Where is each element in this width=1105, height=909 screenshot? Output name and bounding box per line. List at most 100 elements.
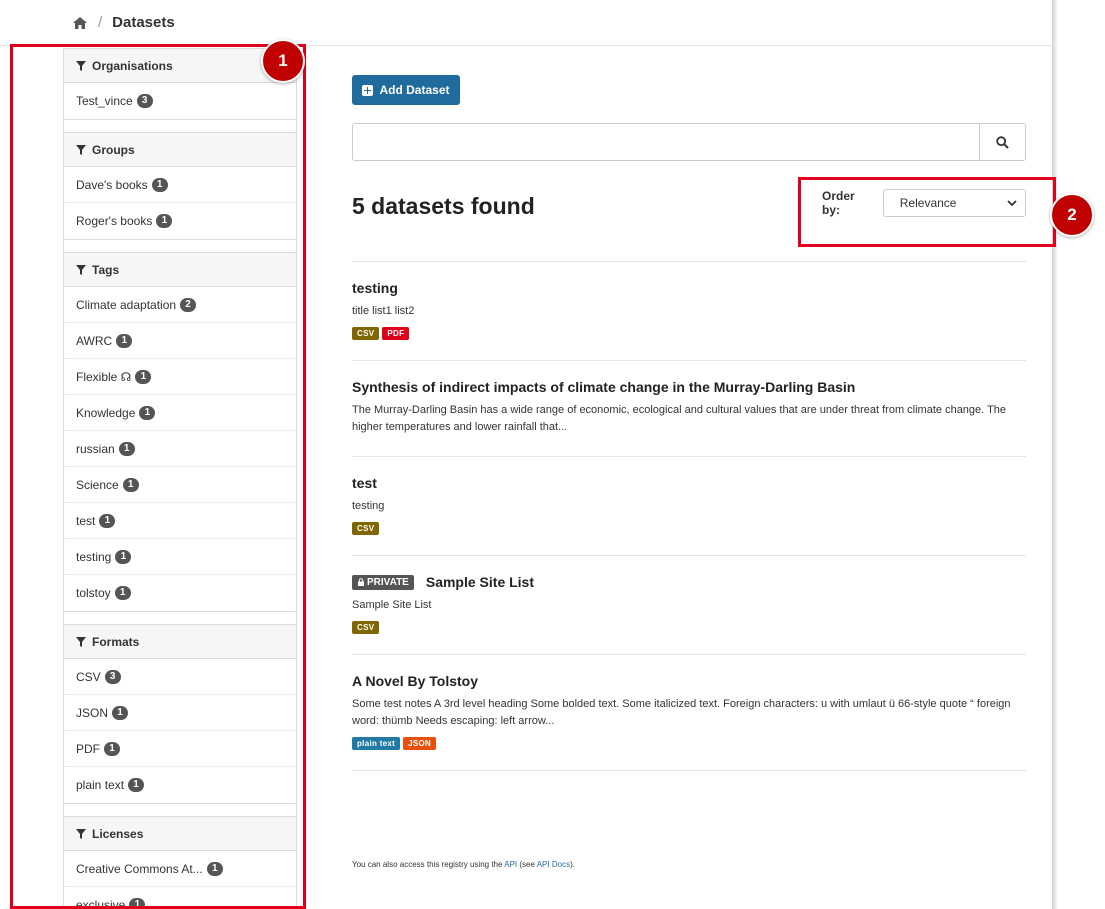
count-badge: 1 — [135, 369, 152, 384]
facet-item-label: PDF — [76, 741, 100, 756]
facet-item[interactable]: testing 1 — [64, 539, 296, 575]
facet-item[interactable]: AWRC 1 — [64, 323, 296, 359]
facet-item[interactable]: Test_vince 3 — [64, 83, 296, 119]
facet-item[interactable]: tolstoy 1 — [64, 575, 296, 611]
facet-title: Groups — [92, 142, 135, 157]
dataset-notes: Sample Site List — [352, 599, 432, 611]
facet-heading: Formats — [64, 624, 296, 659]
count-badge: 1 — [122, 477, 139, 492]
format-label[interactable]: CSV — [352, 327, 380, 340]
dataset-title-row: test — [352, 475, 1026, 491]
api-docs-link[interactable]: API Docs — [537, 860, 570, 869]
dataset-item: test testing CSV — [352, 457, 1026, 556]
add-dataset-button[interactable]: Add Dataset — [352, 75, 460, 105]
count-badge: 1 — [114, 586, 131, 600]
format-label[interactable]: CSV — [352, 621, 380, 634]
count-badge: 1 — [139, 405, 156, 420]
format-label[interactable]: PDF — [382, 327, 410, 340]
dataset-title-link[interactable]: test — [352, 475, 377, 491]
facet-item[interactable]: JSON 1 — [64, 695, 296, 731]
facet-item[interactable]: exclusive 1 — [64, 887, 296, 909]
footer-text-post: ). — [570, 860, 575, 869]
count-badge: 1 — [129, 898, 146, 909]
dataset-title-link[interactable]: testing — [352, 280, 398, 296]
private-badge: PRIVATE — [352, 574, 414, 590]
count-badge: 1 — [156, 214, 173, 228]
facet-item[interactable]: test 1 — [64, 503, 296, 539]
filter-icon — [76, 144, 86, 155]
count-badge: 1 — [128, 778, 145, 792]
breadcrumb-separator: / — [98, 14, 103, 31]
order-by-label: Order by: — [822, 189, 855, 217]
add-dataset-label: Add Dataset — [379, 83, 450, 97]
facet-item-label: plain text — [76, 778, 125, 792]
facet-item-label: exclusive — [76, 898, 126, 909]
format-labels: CSV — [352, 522, 1026, 535]
dataset-item: PRIVATE Sample Site List Sample Site List C… — [352, 556, 1026, 655]
results-count: 5 datasets found — [352, 193, 535, 219]
order-by: Order by: Relevance — [822, 189, 1026, 217]
dataset-title-link[interactable]: Synthesis of indirect impacts of climate… — [352, 379, 855, 395]
count-badge: 1 — [116, 333, 133, 348]
facet-licenses: Licenses Creative Commons At... 1 exclusive… — [64, 816, 296, 909]
facet-item[interactable]: Climate adaptation 2 — [64, 287, 296, 323]
page-shadow — [1052, 0, 1058, 909]
facet-item-label: tolstoy — [76, 586, 111, 600]
facet-item[interactable]: Science 1 — [64, 467, 296, 503]
search-form — [352, 123, 1026, 161]
footer-text-mid: (see — [517, 860, 537, 869]
facet-title: Licenses — [92, 826, 144, 841]
footer-text-pre: You can also access this registry using … — [352, 860, 505, 869]
facet-formats: Formats CSV 3 JSON 1 PDF 1 plain text 1 — [64, 624, 296, 804]
facet-heading: Tags — [64, 252, 296, 287]
facet-item-label: Roger's books — [76, 214, 153, 228]
facet-item[interactable]: Creative Commons At... 1 — [64, 851, 296, 887]
facet-item-label: Dave's books — [76, 177, 148, 192]
dataset-title-link[interactable]: A Novel By Tolstoy — [352, 673, 478, 689]
facet-item-label: russian — [76, 441, 115, 456]
home-icon[interactable] — [72, 16, 88, 30]
dataset-title-link[interactable]: Sample Site List — [426, 574, 534, 590]
facet-item-label: JSON — [76, 705, 109, 720]
top-bar: / Datasets — [0, 0, 1052, 46]
facet-item[interactable]: Roger's books 1 — [64, 203, 296, 239]
format-label[interactable]: JSON — [403, 737, 437, 750]
format-label[interactable]: CSV — [352, 522, 380, 535]
chevron-down-icon — [1007, 199, 1017, 206]
facet-item[interactable]: russian 1 — [64, 431, 296, 467]
dataset-item: Synthesis of indirect impacts of climate… — [352, 361, 1026, 457]
dataset-notes: title list1 list2 — [352, 305, 415, 317]
order-by-select[interactable]: Relevance — [882, 189, 1026, 217]
count-badge: 1 — [206, 861, 223, 876]
facet-item[interactable]: CSV 3 — [64, 659, 296, 695]
facet-item-label: Creative Commons At... — [76, 861, 203, 876]
page: / Datasets Organisations Test_vince 3 Group… — [0, 0, 1105, 909]
facet-item[interactable]: Knowledge 1 — [64, 395, 296, 431]
breadcrumb: / Datasets — [72, 14, 175, 31]
dataset-title-row: PRIVATE Sample Site List — [352, 574, 1026, 590]
search-button[interactable] — [979, 124, 1025, 160]
format-label[interactable]: plain text — [352, 737, 401, 750]
filter-icon — [76, 60, 86, 71]
plus-square-icon — [362, 84, 374, 96]
api-link[interactable]: API — [504, 860, 517, 869]
facet-item-label: CSV — [76, 669, 101, 684]
count-badge: 1 — [104, 741, 120, 756]
facet-item[interactable]: Flexible ☊ 1 — [64, 359, 296, 395]
facet-heading: Licenses — [64, 816, 296, 851]
facet-item[interactable]: Dave's books 1 — [64, 167, 296, 203]
order-by-value: Relevance — [899, 196, 957, 210]
search-input[interactable] — [353, 124, 979, 160]
format-labels: plain text JSON — [352, 737, 1026, 750]
format-labels: CSV PDF — [352, 327, 1026, 340]
breadcrumb-current[interactable]: Datasets — [112, 14, 175, 31]
dataset-notes: Some test notes A 3rd level heading Some… — [352, 698, 1011, 727]
facet-item-label: AWRC — [76, 333, 113, 348]
dataset-item: A Novel By Tolstoy Some test notes A 3rd … — [352, 655, 1026, 771]
dataset-title-row: Synthesis of indirect impacts of climate… — [352, 379, 1026, 395]
count-badge: 1 — [112, 705, 129, 720]
dataset-item: testing title list1 list2 CSV PDF — [352, 262, 1026, 361]
facet-item[interactable]: PDF 1 — [64, 731, 296, 767]
facet-heading: Groups — [64, 132, 296, 167]
facet-item[interactable]: plain text 1 — [64, 767, 296, 803]
